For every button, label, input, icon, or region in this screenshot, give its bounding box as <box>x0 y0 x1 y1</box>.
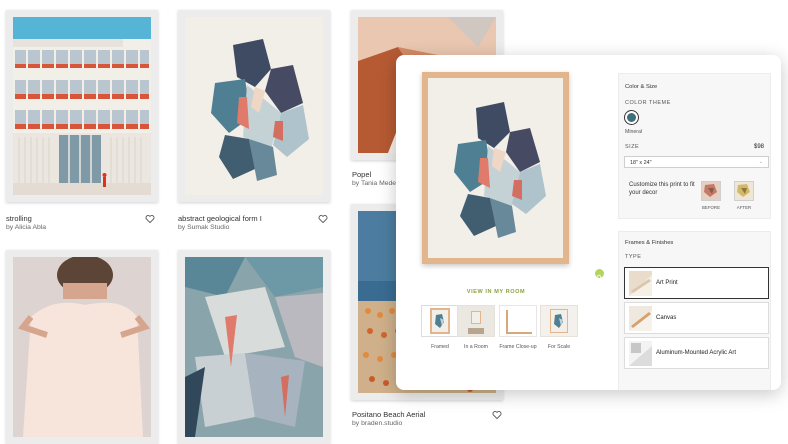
art-print-label: Art Print <box>656 280 678 286</box>
color-name: Mineral <box>625 129 643 135</box>
main-preview-frame[interactable] <box>422 72 569 264</box>
type-label: TYPE <box>625 254 642 260</box>
card-title[interactable]: abstract geological form I <box>178 214 262 223</box>
price: $98 <box>753 144 764 150</box>
chevron-down-icon: ⌄ <box>758 159 763 165</box>
building-artwork <box>13 17 151 195</box>
art-card-abstract-torn[interactable] <box>178 250 333 444</box>
card-title[interactable]: Popel <box>352 170 371 179</box>
product-detail-panel: VIEW IN MY ROOM Framed In a Room Frame C… <box>396 55 781 390</box>
type-option-canvas[interactable]: Canvas <box>624 302 769 334</box>
type-option-aluminum-acrylic[interactable]: Aluminum-Mounted Acrylic Art <box>624 337 769 369</box>
canvas-icon <box>629 306 652 331</box>
thumb-for-scale[interactable] <box>540 305 578 337</box>
before-swatch[interactable] <box>701 181 721 201</box>
customize-text[interactable]: Customize this print to fit your decor <box>629 181 699 197</box>
art-card-figure[interactable] <box>6 250 161 444</box>
figure-artwork <box>13 257 151 437</box>
torn-artwork <box>185 257 323 437</box>
thumb-frame-close-up[interactable] <box>499 305 537 337</box>
heart-icon[interactable] <box>318 214 328 224</box>
art-card-strolling[interactable]: strolling by Alicia Abla <box>6 10 161 235</box>
art-frame[interactable] <box>178 250 330 444</box>
zoom-icon[interactable] <box>595 269 604 281</box>
color-size-heading: Color & Size <box>625 84 658 90</box>
after-label: AFTER <box>736 205 752 210</box>
art-frame[interactable] <box>178 10 330 202</box>
before-label: BEFORE <box>701 205 721 210</box>
art-image-torn <box>185 257 323 437</box>
art-image-figure <box>13 257 151 437</box>
frames-finishes-section: Frames & Finishes TYPE Art Print Canvas … <box>618 231 771 390</box>
art-image-abstract <box>185 17 323 195</box>
acrylic-label: Aluminum-Mounted Acrylic Art <box>656 350 737 356</box>
art-print-icon <box>629 271 652 296</box>
after-swatch[interactable] <box>734 181 754 201</box>
card-artist[interactable]: by Tania Medei <box>352 180 398 187</box>
frames-heading: Frames & Finishes <box>625 240 674 246</box>
heart-icon[interactable] <box>145 214 155 224</box>
abstract-artwork <box>211 39 309 181</box>
type-option-art-print[interactable]: Art Print <box>624 267 769 299</box>
card-title[interactable]: strolling <box>6 214 32 223</box>
preview-artwork <box>454 102 546 238</box>
color-size-section: Color & Size COLOR THEME Mineral SIZE $9… <box>618 73 771 219</box>
thumb-scale-image <box>550 309 568 333</box>
thumb-label-for-scale: For Scale <box>547 344 571 350</box>
art-frame[interactable] <box>6 250 158 444</box>
thumb-framed[interactable] <box>421 305 459 337</box>
color-swatch-mineral[interactable] <box>624 110 639 125</box>
size-select[interactable]: 18" x 24" ⌄ <box>624 156 769 168</box>
thumb-framed-image <box>430 308 450 334</box>
card-artist[interactable]: by Sumak Studio <box>178 224 229 231</box>
canvas-label: Canvas <box>656 315 677 321</box>
heart-icon[interactable] <box>492 410 502 420</box>
size-value: 18" x 24" <box>630 160 652 166</box>
card-artist[interactable]: by Alicia Abla <box>6 224 46 231</box>
color-theme-label: COLOR THEME <box>625 100 671 106</box>
thumb-room-image <box>458 306 494 336</box>
thumb-in-a-room[interactable] <box>457 305 495 337</box>
card-artist[interactable]: by braden.studio <box>352 420 402 427</box>
art-image-building <box>13 17 151 195</box>
art-frame[interactable] <box>6 10 158 202</box>
swatch-dot <box>627 113 636 122</box>
main-preview-image <box>428 78 563 258</box>
thumb-closeup-image <box>506 310 532 334</box>
card-title[interactable]: Positano Beach Aerial <box>352 410 425 419</box>
acrylic-icon <box>629 341 652 366</box>
size-label: SIZE <box>625 144 640 150</box>
art-card-abstract-geological[interactable]: abstract geological form I by Sumak Stud… <box>178 10 333 235</box>
view-in-my-room-link[interactable]: VIEW IN MY ROOM <box>396 289 596 295</box>
